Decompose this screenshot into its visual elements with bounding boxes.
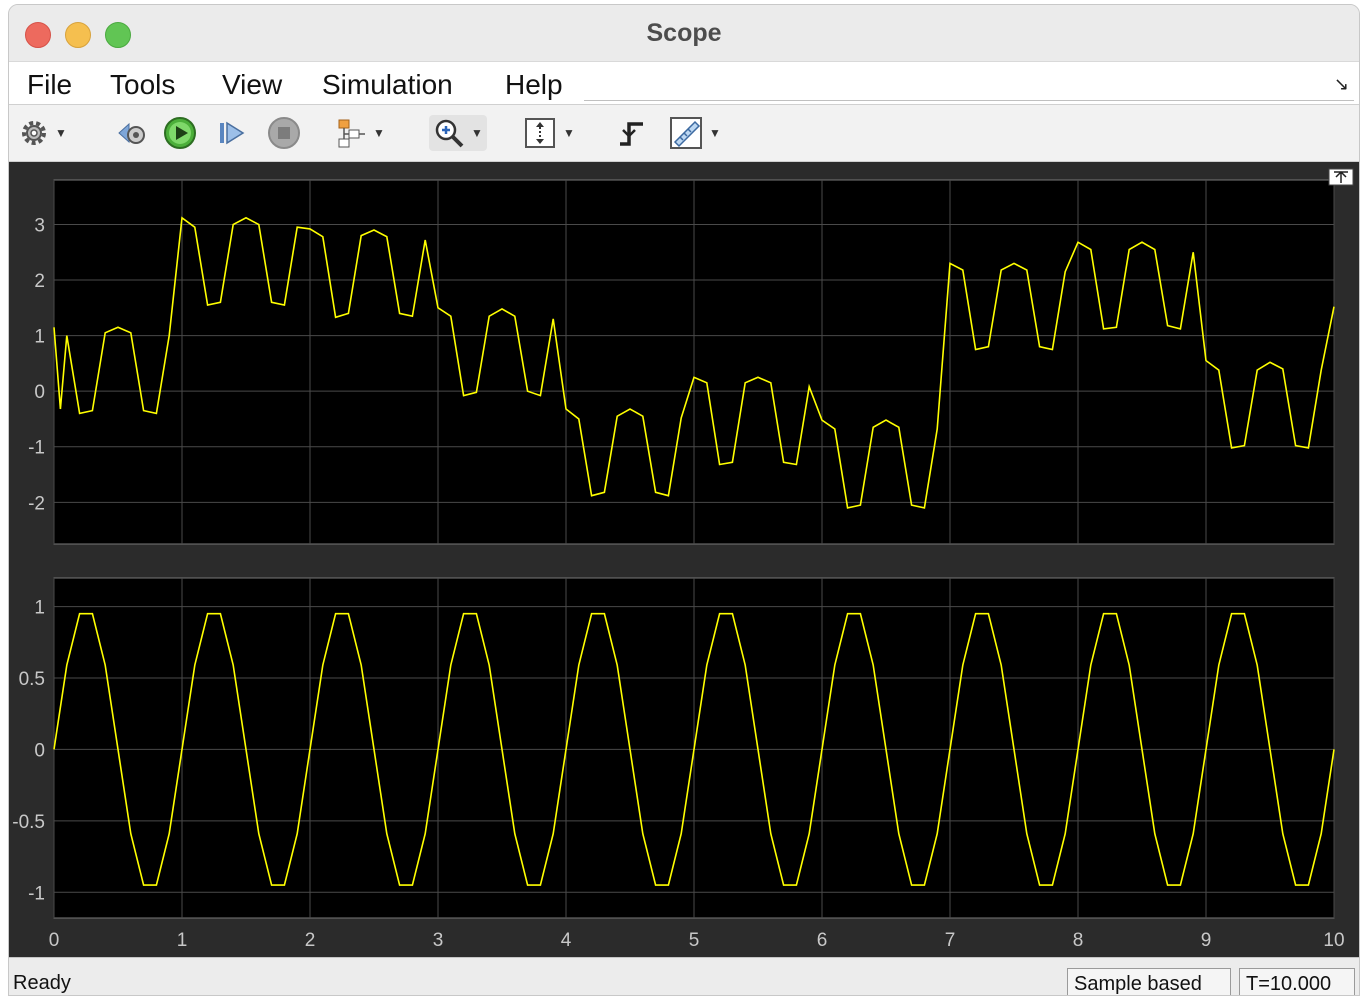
x-tick-label: 3 (433, 930, 444, 951)
highlight-block-icon (338, 119, 365, 148)
x-tick-label: 0 (49, 930, 60, 951)
y-tick-label: -1 (28, 883, 45, 904)
status-bar: Ready Sample based T=10.000 (9, 957, 1359, 995)
x-tick-label: 10 (1323, 930, 1344, 951)
triggers-icon (620, 122, 643, 146)
scale-axes-icon (525, 118, 555, 148)
toolbar: ▼ ▼ ▼ ▼ ▼ (9, 105, 1359, 162)
y-tick-label: 1 (34, 327, 45, 348)
step-back-icon (118, 122, 145, 144)
zoom-in-button[interactable]: ▼ (429, 115, 487, 151)
run-icon (164, 117, 196, 149)
chevron-down-icon[interactable]: ▼ (471, 126, 483, 140)
step-forward-button[interactable] (217, 115, 247, 151)
sample-mode-indicator: Sample based (1067, 968, 1231, 995)
menu-simulation[interactable]: Simulation (322, 69, 453, 101)
scale-axes-button[interactable]: ▼ (523, 115, 575, 151)
measurements-icon (670, 117, 702, 149)
stop-button[interactable] (267, 115, 301, 151)
y-tick-label: 2 (34, 271, 45, 292)
stop-icon (268, 117, 300, 149)
menu-view[interactable]: View (222, 69, 282, 101)
x-tick-label: 7 (945, 930, 956, 951)
scope-displays: 3210-1-210.50-0.5-10 1 2 3 4 5 6 7 8 9 10 (12, 168, 1354, 951)
menu-divider (584, 100, 1354, 101)
undock-icon[interactable]: ↘ (1334, 74, 1349, 95)
title-bar[interactable]: Scope (9, 5, 1359, 62)
window-title: Scope (646, 19, 722, 47)
step-forward-icon (220, 121, 245, 145)
y-tick-label: 0 (34, 382, 45, 403)
y-tick-label: 3 (34, 215, 45, 236)
y-tick-label: 0.5 (19, 669, 45, 690)
step-back-button[interactable] (115, 115, 147, 151)
time-indicator: T=10.000 (1239, 968, 1355, 995)
x-tick-label: 8 (1073, 930, 1084, 951)
menu-tools[interactable]: Tools (110, 69, 175, 101)
scope-window: Scope File Tools View Simulation Help ↘ … (8, 4, 1360, 996)
configuration-button[interactable]: ▼ (19, 115, 67, 151)
x-tick-label: 6 (817, 930, 828, 951)
menu-file[interactable]: File (27, 69, 72, 101)
zoom-in-icon (435, 119, 464, 148)
chevron-down-icon[interactable]: ▼ (709, 126, 721, 140)
run-button[interactable] (163, 115, 197, 151)
menu-bar: File Tools View Simulation Help ↘ (9, 62, 1359, 105)
menu-help[interactable]: Help (505, 69, 563, 101)
highlight-block-button[interactable]: ▼ (335, 115, 385, 151)
plot-area: 3 2 1 0 -1 -2 1 0.5 0 -0.5 -1 0 1 2 3 4 5 6 7 8 9 10 (9, 162, 1359, 957)
chevron-down-icon[interactable]: ▼ (373, 126, 385, 140)
measurements-button[interactable]: ▼ (669, 115, 721, 151)
x-tick-label: 1 (177, 930, 188, 951)
chevron-down-icon[interactable]: ▼ (55, 126, 67, 140)
y-tick-label: 0 (34, 740, 45, 761)
y-tick-label: -0.5 (12, 812, 45, 833)
x-tick-label: 2 (305, 930, 316, 951)
y-tick-label: -2 (28, 493, 45, 514)
y-tick-label: 1 (34, 598, 45, 619)
y-tick-label: -1 (28, 438, 45, 459)
chevron-down-icon[interactable]: ▼ (563, 126, 575, 140)
x-tick-label: 9 (1201, 930, 1212, 951)
gear-icon (22, 121, 46, 145)
x-tick-label: 4 (561, 930, 572, 951)
x-tick-label: 5 (689, 930, 700, 951)
triggers-button[interactable] (617, 115, 647, 151)
